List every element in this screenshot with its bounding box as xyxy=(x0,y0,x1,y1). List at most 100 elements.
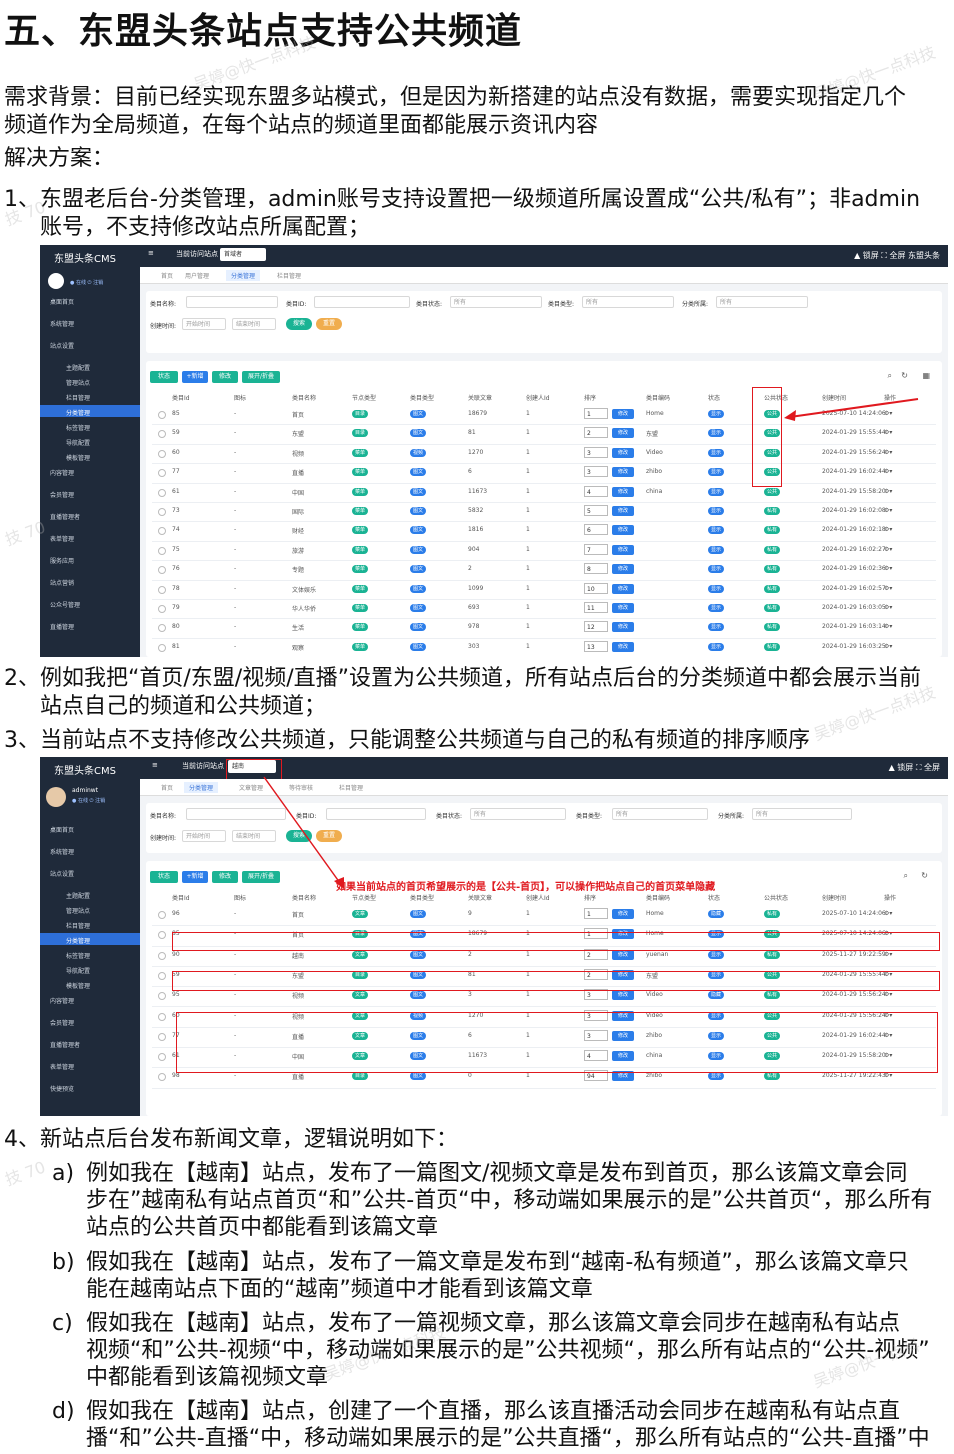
filter-id-input[interactable] xyxy=(314,296,410,308)
column-header[interactable]: 创建时间 xyxy=(822,893,846,902)
sidebar-item[interactable]: 站点设置 xyxy=(50,869,74,878)
column-header[interactable]: 排序 xyxy=(584,393,596,402)
sort-input[interactable]: 6 xyxy=(584,524,608,536)
column-header[interactable]: 状态 xyxy=(708,893,720,902)
sidebar-item[interactable]: 栏目管理 xyxy=(66,393,90,402)
reset-button[interactable]: 重置 xyxy=(316,318,342,330)
gear-icon[interactable]: ⚙▾ xyxy=(884,449,892,456)
filter-belong-select-2[interactable]: 所有 xyxy=(752,808,852,820)
row-radio[interactable] xyxy=(158,951,166,960)
tab-home[interactable]: 首页 xyxy=(156,270,178,281)
sidebar-item[interactable]: 分类管理 xyxy=(66,408,90,417)
column-header[interactable]: 节点类型 xyxy=(352,893,376,902)
start-time-input[interactable]: 开始时间 xyxy=(182,318,226,330)
row-radio[interactable] xyxy=(158,931,166,940)
column-header[interactable]: 类目Id xyxy=(172,893,190,902)
table-row[interactable]: 73 - 国际 菜单 图文 5832 1 5 修改 显示 私有 2024-01-29 16:02:08… xyxy=(152,502,936,523)
sort-edit-button[interactable]: 修改 xyxy=(612,909,634,919)
sidebar-item[interactable]: 内容管理 xyxy=(50,468,74,477)
tab-category[interactable]: 分类管理 xyxy=(226,270,261,281)
sort-edit-button[interactable]: 修改 xyxy=(612,467,634,478)
column-header[interactable]: 图标 xyxy=(234,393,246,402)
gear-icon[interactable]: ⚙▾ xyxy=(884,991,892,998)
sidebar-item[interactable]: 表单管理 xyxy=(50,534,74,543)
row-radio[interactable] xyxy=(158,469,166,478)
sort-edit-button[interactable]: 修改 xyxy=(612,447,634,458)
add-button-2[interactable]: +新增 xyxy=(182,871,208,883)
column-header[interactable]: 关联文章 xyxy=(468,393,492,402)
table-row[interactable]: 78 - 文体娱乐 菜单 图文 1099 1 10 修改 显示 私有 2024-01-29 16:02… xyxy=(152,580,936,600)
table-row[interactable]: 74 - 财经 菜单 图文 1816 1 6 修改 显示 私有 2024-01-29 16:02:18… xyxy=(152,521,936,542)
sidebar-item[interactable]: 公众号管理 xyxy=(50,600,80,609)
edit-button-2[interactable]: 修改 xyxy=(212,871,238,883)
sidebar-item[interactable]: 桌面首页 xyxy=(50,297,74,306)
row-radio[interactable] xyxy=(158,1073,166,1082)
column-header[interactable]: 类目类型 xyxy=(410,893,434,902)
refresh-icon-2[interactable]: ↻ xyxy=(921,871,928,880)
row-radio[interactable] xyxy=(158,1032,166,1041)
sort-input[interactable]: 2 xyxy=(584,427,608,439)
column-header[interactable]: 关联文章 xyxy=(468,893,492,902)
column-header[interactable]: 创建人Id xyxy=(526,393,550,402)
column-header[interactable]: 公共状态 xyxy=(764,893,788,902)
sort-edit-button[interactable]: 修改 xyxy=(612,949,634,960)
status-dropdown[interactable]: 状态 xyxy=(150,371,178,383)
filter-type-select[interactable]: 所有 xyxy=(582,296,674,308)
gear-icon[interactable]: ⚙▾ xyxy=(884,643,892,650)
table-row[interactable]: 79- 华人华侨 菜单 图文 693 1 11 修改 显示 私有 2024-01-29 16:03:… xyxy=(152,599,936,620)
sort-edit-button[interactable]: 修改 xyxy=(612,603,634,613)
gear-icon[interactable]: ⚙▾ xyxy=(884,585,892,592)
filter-status-select-2[interactable]: 所有 xyxy=(470,808,566,820)
sort-edit-button[interactable]: 修改 xyxy=(612,990,634,1001)
table-row[interactable]: 59- 东盟 目录 图文 81 1 2 修改 东盟 显示 公共 2024-01-29 15:55:44… xyxy=(152,424,936,445)
table-row[interactable]: 81 - 观察 菜单 图文 303 1 13 修改 显示 私有 2024-01-29 16:03:25… xyxy=(152,638,936,657)
sort-input[interactable]: 11 xyxy=(584,602,608,613)
row-radio[interactable] xyxy=(158,566,166,575)
sidebar-item[interactable]: 管理站点 xyxy=(66,906,90,915)
sort-edit-button[interactable]: 修改 xyxy=(612,486,634,497)
tab-columns[interactable]: 栏目管理 xyxy=(272,270,306,281)
row-radio[interactable] xyxy=(158,508,166,516)
sidebar-item[interactable]: 主题配置 xyxy=(66,891,90,900)
sidebar-item[interactable]: 直播管理者 xyxy=(50,512,80,521)
filter-name-input[interactable] xyxy=(186,296,278,308)
row-radio[interactable] xyxy=(158,624,166,633)
sort-edit-button[interactable]: 修改 xyxy=(612,564,634,575)
row-radio[interactable] xyxy=(158,971,166,980)
sidebar-item[interactable]: 表单管理 xyxy=(50,1062,74,1071)
add-button[interactable]: +新增 xyxy=(182,371,208,383)
sidebar-item[interactable]: 直播管理 xyxy=(50,622,74,631)
table-row[interactable]: 60- 视频 菜单 视频 1270 1 3 修改 Video 显示 公共 2024-01-29 15:… xyxy=(152,444,936,465)
column-header[interactable]: 类目名称 xyxy=(292,393,316,402)
sort-input[interactable]: 1 xyxy=(584,908,608,919)
refresh-icon[interactable]: ↻ xyxy=(901,371,908,380)
row-radio[interactable] xyxy=(158,585,166,594)
sort-edit-button[interactable]: 修改 xyxy=(612,506,634,516)
sidebar-item[interactable]: 系统管理 xyxy=(50,847,74,856)
gear-icon[interactable]: ⚙▾ xyxy=(884,910,892,917)
sort-edit-button[interactable]: 修改 xyxy=(612,525,634,536)
column-header[interactable]: 状态 xyxy=(708,393,720,402)
sort-input[interactable]: 7 xyxy=(584,543,608,555)
sort-input[interactable]: 5 xyxy=(584,505,608,516)
tab-home-2[interactable]: 首页 xyxy=(156,782,178,793)
sort-edit-button[interactable]: 修改 xyxy=(612,622,634,633)
search-icon-2[interactable]: ⌕ xyxy=(904,871,908,881)
gear-icon[interactable]: ⚙▾ xyxy=(884,951,892,958)
column-header[interactable]: 图标 xyxy=(234,893,246,902)
row-radio[interactable] xyxy=(158,430,166,439)
gear-icon[interactable]: ⚙▾ xyxy=(884,429,892,436)
sidebar-item[interactable]: 站点营销 xyxy=(50,578,74,587)
table-row[interactable]: 77- 直播 菜单 图文 6 1 3 修改 zhibo 显示 公共 2024-01-29 16:02:… xyxy=(152,463,936,484)
sidebar-item[interactable]: 导航配置 xyxy=(66,438,90,447)
row-radio[interactable] xyxy=(158,411,166,419)
sidebar-item[interactable]: 直播管理者 xyxy=(50,1040,80,1049)
table-row[interactable]: 96 - 首页 文章 图文 9 1 1 修改 Home 隐藏 私有 2025-07-10 14:24:0… xyxy=(152,905,936,927)
column-header[interactable]: 类目类型 xyxy=(410,393,434,402)
sidebar-item[interactable]: 分类管理 xyxy=(66,936,90,945)
sort-edit-button[interactable]: 修改 xyxy=(612,641,634,652)
gear-icon[interactable]: ⚙▾ xyxy=(884,507,892,514)
sort-edit-button[interactable]: 修改 xyxy=(612,428,634,439)
gear-icon[interactable]: ⚙▾ xyxy=(884,1072,892,1079)
start-time-input-2[interactable]: 开始时间 xyxy=(182,830,226,842)
